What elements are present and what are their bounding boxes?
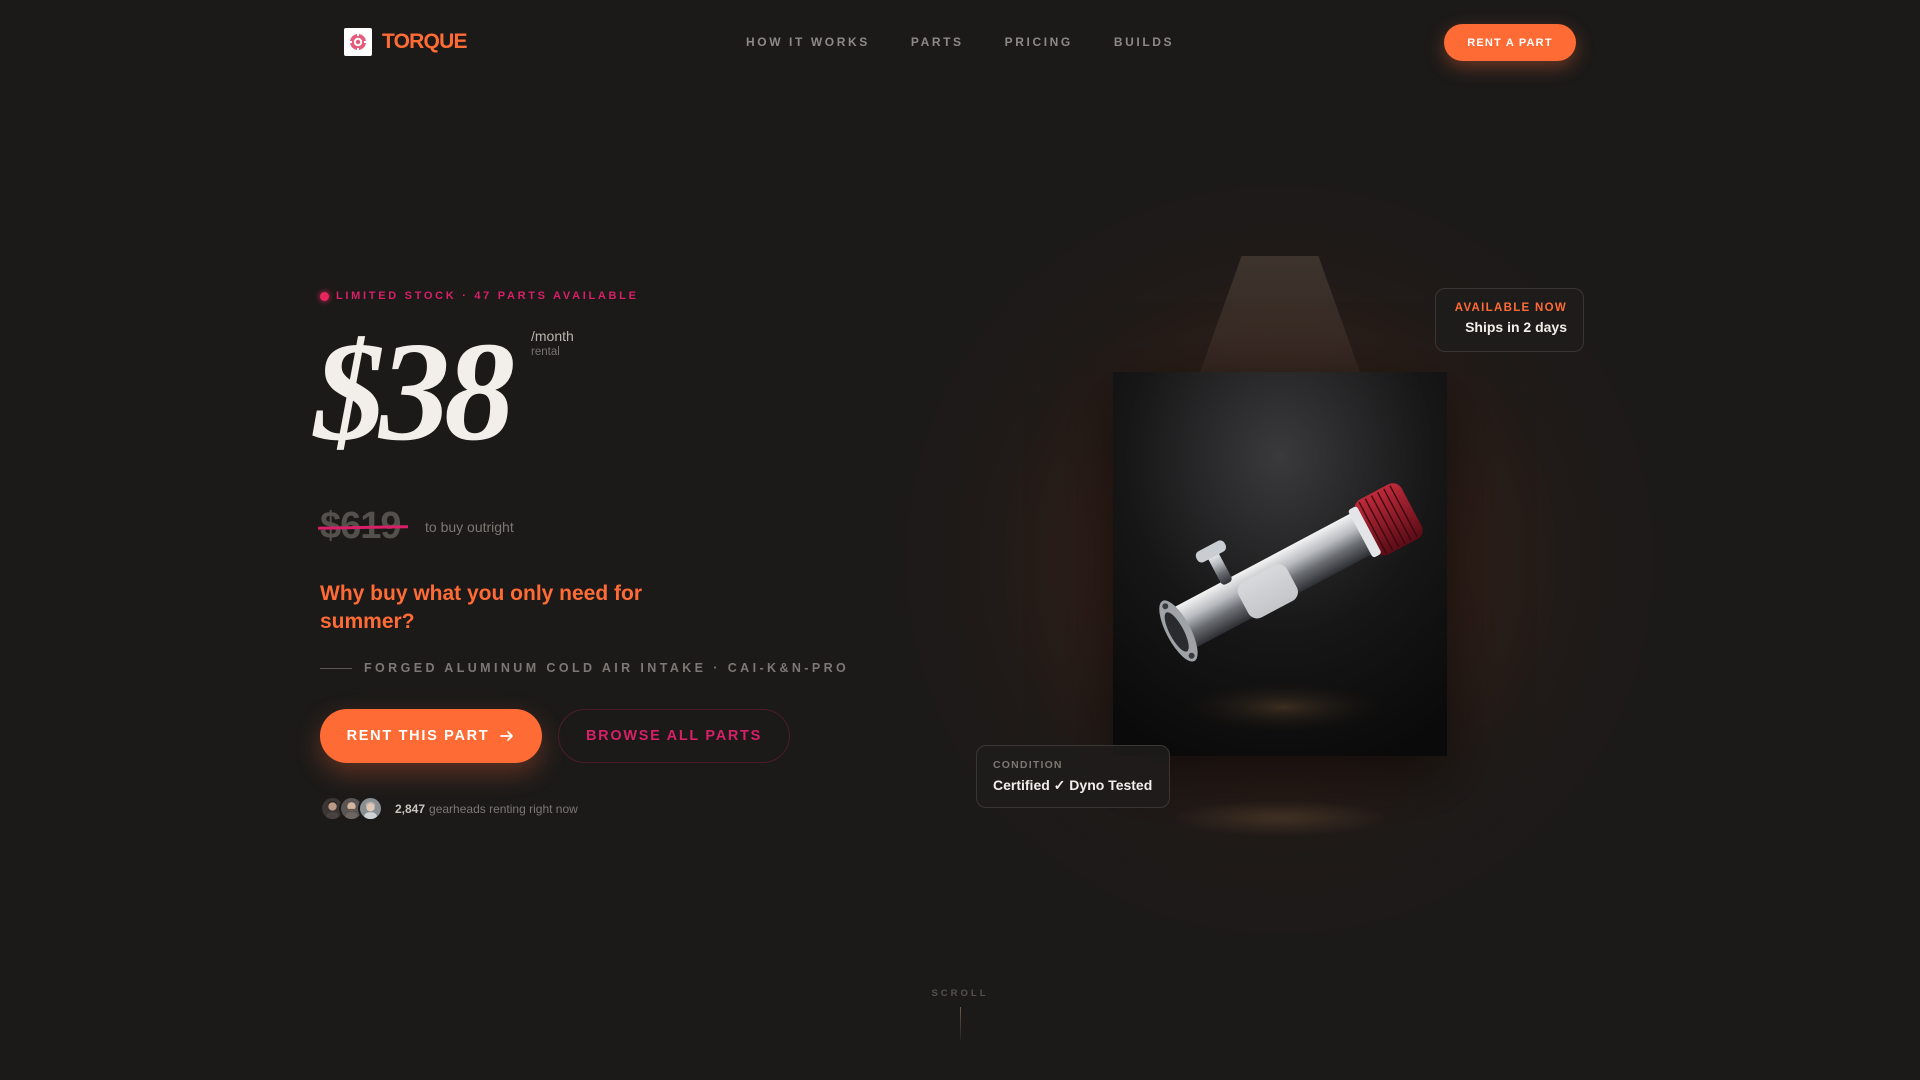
rental-price: $38 [314, 312, 515, 470]
nav-links: HOW IT WORKS PARTS PRICING BUILDS [746, 35, 1174, 49]
gear-cog-icon [344, 28, 372, 56]
price-period-sub: rental [531, 346, 560, 358]
availability-value: Ships in 2 days [1465, 319, 1567, 335]
social-proof: 2,847 gearheads renting right now [320, 796, 578, 821]
renter-label: gearheads renting right now [429, 801, 578, 816]
avatar [358, 796, 383, 821]
arrow-right-icon [500, 731, 514, 741]
price-period: /month [531, 328, 574, 344]
rent-this-part-label: RENT THIS PART [346, 728, 490, 744]
spotlight-beam [1200, 256, 1360, 372]
live-dot-icon [320, 291, 329, 301]
landing-page: TORQUE HOW IT WORKS PARTS PRICING BUILDS… [0, 0, 1920, 1080]
top-nav: TORQUE HOW IT WORKS PARTS PRICING BUILDS… [0, 0, 1920, 84]
product-image [1113, 372, 1447, 756]
condition-kicker: CONDITION [993, 759, 1063, 771]
nav-link-pricing[interactable]: PRICING [1005, 35, 1073, 49]
availability-card: AVAILABLE NOW Ships in 2 days [1435, 288, 1584, 352]
buy-price-note: to buy outright [425, 519, 514, 535]
floor-glow [1170, 800, 1390, 836]
nav-link-parts[interactable]: PARTS [911, 35, 964, 49]
brand-logo[interactable]: TORQUE [344, 28, 467, 56]
nav-link-builds[interactable]: BUILDS [1114, 35, 1174, 49]
rent-this-part-button[interactable]: RENT THIS PART [320, 709, 542, 763]
hero-tagline: Why buy what you only need for summer? [320, 582, 643, 633]
condition-value: Certified ✓ Dyno Tested [993, 777, 1153, 793]
product-name: FORGED ALUMINUM COLD AIR INTAKE · CAI-K&… [364, 661, 850, 675]
renter-count: 2,847 [395, 801, 426, 816]
browse-all-parts-button[interactable]: BROWSE ALL PARTS [558, 709, 790, 763]
social-proof-text: 2,847 gearheads renting right now [395, 802, 578, 816]
stock-indicator: LIMITED STOCK · 47 PARTS AVAILABLE [320, 290, 639, 302]
rent-a-part-button[interactable]: RENT A PART [1444, 24, 1576, 61]
product-name-row: FORGED ALUMINUM COLD AIR INTAKE · CAI-K&… [320, 661, 849, 675]
availability-kicker: AVAILABLE NOW [1454, 302, 1567, 314]
scroll-indicator[interactable]: SCROLL [928, 988, 992, 1041]
nav-link-how-it-works[interactable]: HOW IT WORKS [746, 35, 870, 49]
scroll-label: SCROLL [931, 988, 989, 999]
divider-dash [320, 667, 352, 669]
brand-name: TORQUE [382, 30, 467, 53]
stock-label: LIMITED STOCK · 47 PARTS AVAILABLE [336, 290, 639, 302]
scroll-line [959, 1007, 961, 1041]
condition-card: CONDITION Certified ✓ Dyno Tested [976, 745, 1170, 808]
cold-air-intake-image [1113, 372, 1447, 756]
